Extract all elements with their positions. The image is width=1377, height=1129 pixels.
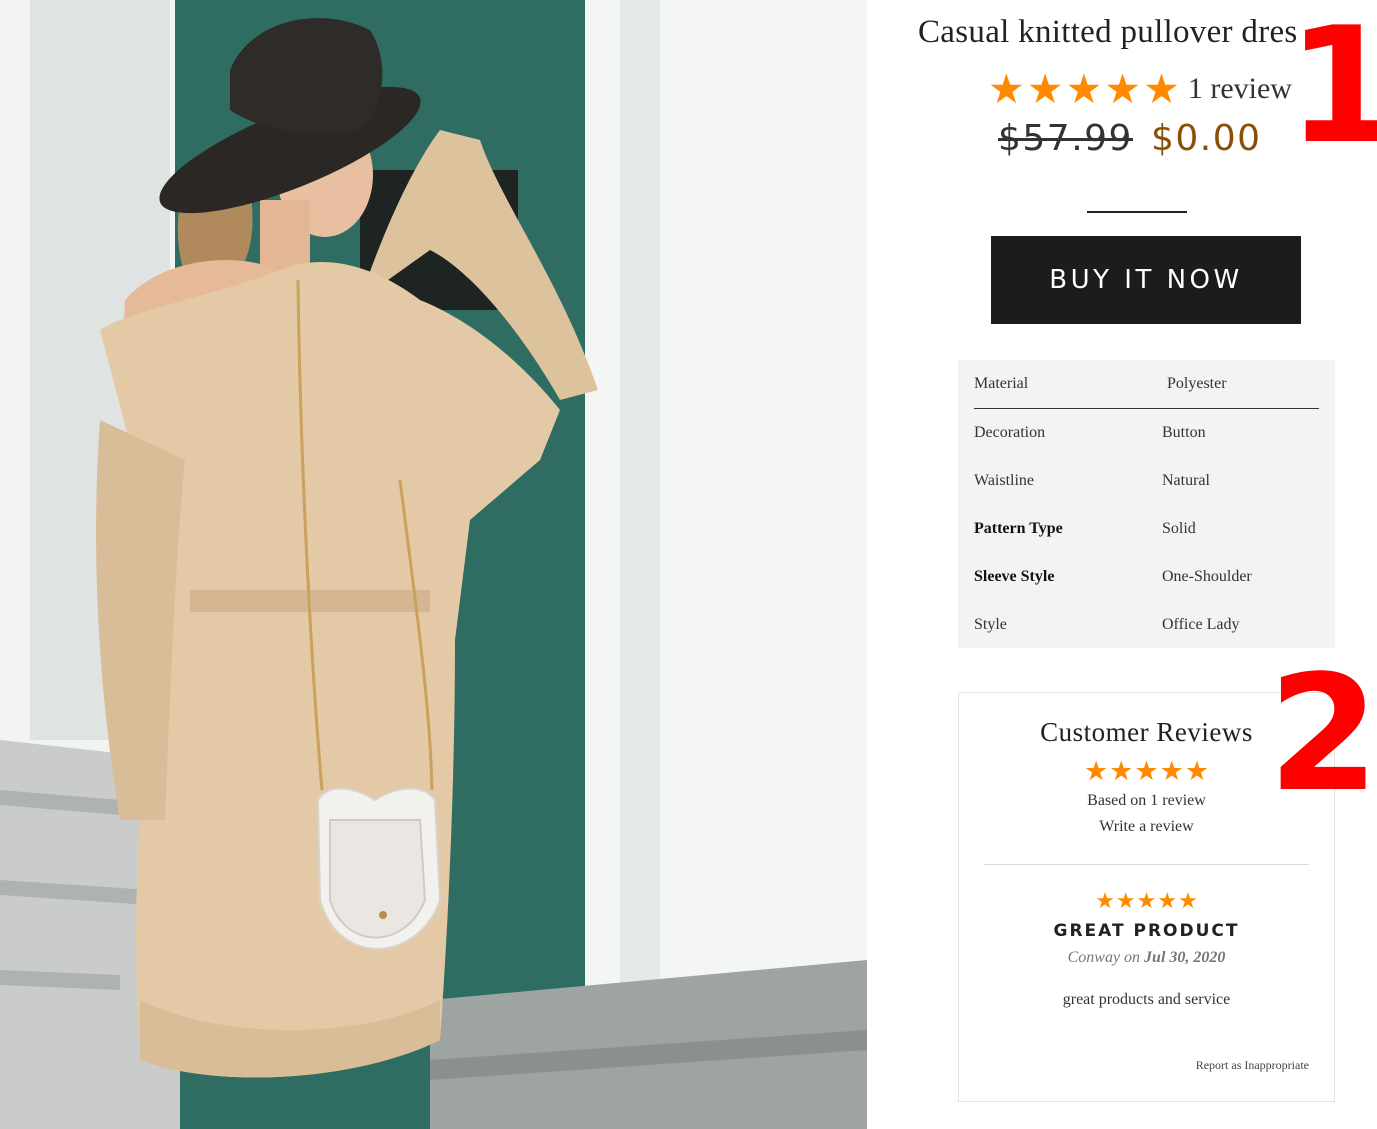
review-on-word: on [1124, 949, 1141, 966]
star-icon: ★ [1134, 756, 1159, 786]
star-icon: ★ [1026, 65, 1064, 113]
spec-row: Material Polyester [974, 360, 1319, 409]
review-body: great products and service [1062, 991, 1231, 1008]
buy-it-now-button[interactable]: BUY IT NOW [991, 236, 1301, 324]
spec-key: Style [974, 616, 1007, 633]
review-author: Conway [1067, 949, 1121, 966]
sale-price: $0.00 [1150, 118, 1262, 159]
annotation-number-1: 1 [1287, 0, 1377, 179]
review-stars: ★ ★ ★ ★ ★ [959, 889, 1334, 913]
reviews-divider [984, 864, 1309, 865]
star-icon: ★ [1109, 756, 1134, 786]
star-icon: ★ [1104, 65, 1142, 113]
spec-key: Material [974, 375, 1029, 392]
star-icon: ★ [1136, 888, 1157, 913]
annotation-number-2: 2 [1268, 640, 1377, 827]
review-title: GREAT PRODUCT [1053, 921, 1240, 941]
star-icon: ★ [1115, 888, 1136, 913]
spec-key: Pattern Type [974, 520, 1063, 537]
product-photo [0, 0, 867, 1129]
write-review-link[interactable]: Write a review [1099, 818, 1193, 836]
review-meta: Conway on Jul 30, 2020 [959, 949, 1334, 967]
spec-row: Decoration Button [974, 409, 1319, 457]
review-count-link[interactable]: 1 review [1188, 72, 1292, 106]
spec-key: Sleeve Style [974, 568, 1055, 585]
product-rating[interactable]: ★ ★ ★ ★ ★ 1 review [988, 68, 1292, 110]
star-icon: ★ [1184, 756, 1210, 786]
spec-value: Natural [1162, 472, 1210, 489]
star-icon: ★ [1095, 888, 1115, 913]
star-icon: ★ [988, 65, 1025, 113]
spec-value: One-Shoulder [1162, 568, 1252, 585]
spec-value: Polyester [1167, 375, 1227, 392]
report-inappropriate-link[interactable]: Report as Inappropriate [1196, 1058, 1309, 1073]
spec-key: Waistline [974, 472, 1035, 489]
star-icon: ★ [1143, 65, 1180, 113]
spec-value: Office Lady [1162, 616, 1240, 633]
star-icon: ★ [1178, 888, 1198, 913]
spec-value: Solid [1162, 520, 1196, 537]
review-date: Jul 30, 2020 [1144, 949, 1226, 966]
spec-row: Sleeve Style One-Shoulder [974, 553, 1319, 601]
spec-table: Material Polyester Decoration Button Waistli… [958, 360, 1335, 648]
star-icon: ★ [1159, 756, 1184, 786]
star-icon: ★ [1065, 65, 1103, 113]
spec-row: Waistline Natural [974, 457, 1319, 505]
spec-row: Pattern Type Solid [974, 505, 1319, 553]
spec-key: Decoration [974, 424, 1046, 441]
divider [1087, 211, 1187, 213]
original-price: $57.99 [998, 118, 1133, 159]
price-row: $57.99 $0.00 [998, 118, 1262, 159]
rating-stars: ★ ★ ★ ★ ★ [988, 68, 1180, 110]
star-icon: ★ [1157, 888, 1178, 913]
star-icon: ★ [1083, 756, 1109, 786]
review-item: ★ ★ ★ ★ ★ GREAT PRODUCT Conway on Jul 30, 20… [959, 889, 1334, 1009]
spec-value: Button [1162, 424, 1206, 441]
